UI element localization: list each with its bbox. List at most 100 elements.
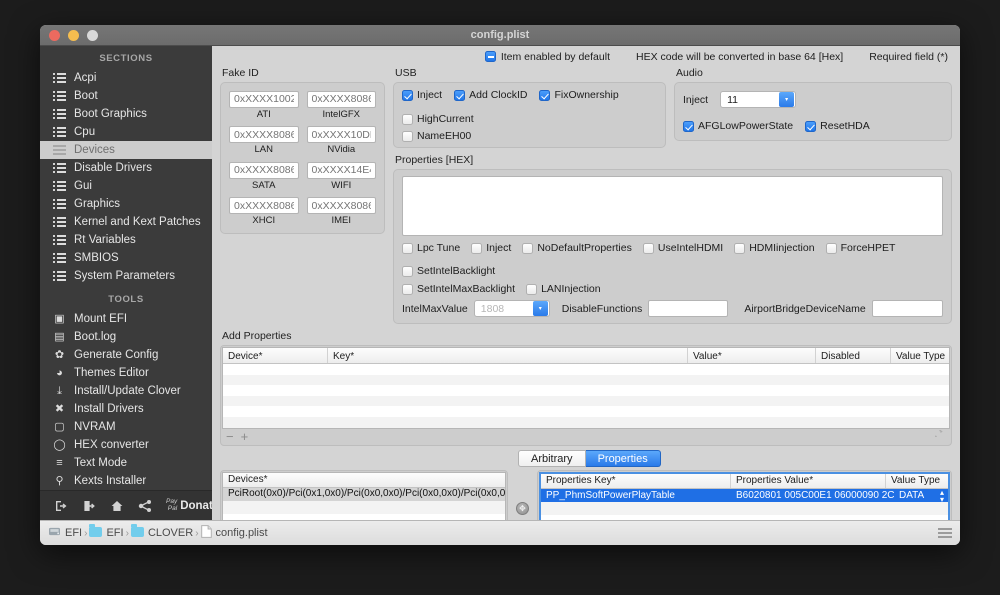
sidebar-tool-mount-efi[interactable]: ▣ Mount EFI [40,310,212,328]
checkbox-icon[interactable] [526,283,538,295]
remove-property-button[interactable]: − [226,429,234,444]
hex-checkbox-lpc-tune[interactable]: Lpc Tune [402,242,460,254]
table-row[interactable] [223,385,949,396]
hex-checkbox-forcehpet[interactable]: ForceHPET [825,242,895,254]
audio-inject-select[interactable]: 11 ▾ [720,91,797,108]
sidebar-item-boot[interactable]: Boot [40,87,212,105]
sidebar-item-cpu[interactable]: Cpu [40,123,212,141]
sidebar-item-disable-drivers[interactable]: Disable Drivers [40,159,212,177]
hex-checkbox-useintelhdmi[interactable]: UseIntelHDMI [642,242,723,254]
table-row[interactable]: PP_PhmSoftPowerPlayTable B6020801 005C00… [541,488,948,503]
fake-id-input-lan[interactable] [229,126,299,143]
list-item[interactable] [223,501,505,514]
table-row[interactable] [223,364,949,375]
properties-table[interactable]: Properties Key* Properties Value* Value Ty… [539,472,950,520]
properties-table-body[interactable]: PP_PhmSoftPowerPlayTable B6020801 005C00… [541,488,948,520]
share-icon[interactable] [138,499,152,513]
usb-checkbox-inject[interactable]: Inject [402,89,442,101]
sidebar-item-rt-variables[interactable]: Rt Variables [40,231,212,249]
sidebar-item-graphics[interactable]: Graphics [40,195,212,213]
fake-id-input-sata[interactable] [229,161,299,179]
table-row[interactable] [541,502,948,515]
audio-checkbox-afglowpowerstate[interactable]: AFGLowPowerState [683,120,793,132]
checkbox-icon[interactable] [402,283,413,295]
sidebar-item-acpi[interactable]: Acpi [40,69,212,87]
checkbox-icon[interactable] [522,242,534,254]
hex-checkbox-nodefaultproperties[interactable]: NoDefaultProperties [522,242,632,254]
sidebar-tool-text-mode[interactable]: ≡ Text Mode [40,454,212,472]
hamburger-icon[interactable] [938,528,952,538]
add-properties-table[interactable]: Device* Key* Value* Disabled Value Type [222,347,950,429]
sidebar-tool-hex-converter[interactable]: ◯ HEX converter [40,436,212,454]
checkbox-icon[interactable] [402,242,413,254]
checkbox-icon[interactable] [734,242,746,254]
sidebar-item-system-parameters[interactable]: System Parameters [40,267,212,285]
table-row[interactable] [223,395,949,407]
fake-id-input-xhci[interactable] [229,197,299,214]
sidebar-item-kernel-and-kext-patches[interactable]: Kernel and Kext Patches [40,213,212,231]
checkbox-icon[interactable] [539,89,551,101]
chevron-down-icon[interactable]: ▾ [779,92,795,107]
checkbox-icon[interactable] [471,242,483,254]
usb-checkbox-nameeh00[interactable]: NameEH00 [402,130,471,142]
checkbox-icon[interactable] [825,242,837,254]
properties-hex-textarea[interactable] [402,176,943,236]
value-type-stepper[interactable]: ▴ ▾ [940,488,944,503]
checkbox-icon[interactable] [402,130,413,142]
devices-table[interactable]: Devices* PciRoot(0x0)/Pci(0x1,0x0)/Pci(0… [222,472,506,520]
refresh-icon[interactable] [931,427,946,444]
add-properties-body[interactable] [223,364,949,428]
sidebar-tool-boot-log[interactable]: ▤ Boot.log [40,328,212,346]
checkbox-icon[interactable] [402,89,413,101]
hex-checkbox-setintelmaxbacklight[interactable]: SetIntelMaxBacklight [402,283,515,295]
breadcrumb-item-efi[interactable]: EFI [89,524,124,540]
table-row[interactable] [223,406,949,417]
sidebar-tool-generate-config[interactable]: ✿ Generate Config [40,346,212,364]
breadcrumb-item-clover[interactable]: CLOVER [130,524,193,540]
tab-properties[interactable]: Properties [585,450,661,467]
table-row[interactable] [223,416,949,428]
usb-checkbox-fixownership[interactable]: FixOwnership [539,89,619,101]
fake-id-input-nvidia[interactable] [306,126,376,143]
chevron-down-icon[interactable]: ▾ [532,301,548,316]
airport-bridge-input[interactable] [871,300,943,317]
checkbox-icon[interactable] [683,120,694,132]
sidebar-tool-install-drivers[interactable]: ✖ Install Drivers [40,400,212,418]
sidebar-tool-nvram[interactable]: ▢ NVRAM [40,418,212,436]
disable-functions-input[interactable] [648,300,729,317]
import-icon[interactable] [54,499,68,513]
move-arrows-icon[interactable]: ✥ [516,502,529,515]
sidebar-item-smbios[interactable]: SMBIOS [40,249,212,267]
checkbox-icon[interactable] [402,113,413,125]
hex-checkbox-inject[interactable]: Inject [471,242,511,254]
checkbox-icon[interactable] [642,242,654,254]
fake-id-input-ati[interactable] [229,90,299,108]
home-icon[interactable] [110,499,124,513]
fake-id-input-imei[interactable] [306,197,376,214]
checkbox-icon[interactable] [402,265,413,277]
table-row[interactable] [223,374,949,386]
sidebar-tool-install-update-clover[interactable]: ⤓ Install/Update Clover [40,382,212,400]
checkbox-icon[interactable] [454,89,466,101]
hex-checkbox-hdmiinjection[interactable]: HDMIinjection [734,242,815,254]
sidebar-tool-themes-editor[interactable]: ◕ Themes Editor [40,364,212,382]
intel-max-value-select[interactable]: 1808 ▾ [473,300,550,317]
checkbox-icon[interactable] [805,120,817,132]
add-property-button[interactable]: + [241,429,249,444]
fake-id-input-intelgfx[interactable] [306,90,376,108]
list-item[interactable]: PciRoot(0x0)/Pci(0x1,0x0)/Pci(0x0,0x0)/P… [223,488,505,501]
breadcrumb-item-config-plist[interactable]: config.plist [200,525,268,541]
devices-table-body[interactable]: PciRoot(0x0)/Pci(0x1,0x0)/Pci(0x0,0x0)/P… [223,488,505,520]
hex-checkbox-laninjection[interactable]: LANInjection [526,283,601,295]
usb-checkbox-highcurrent[interactable]: HighCurrent [402,113,474,125]
audio-checkbox-resethda[interactable]: ResetHDA [805,120,870,132]
hex-checkbox-setintelbacklight[interactable]: SetIntelBacklight [402,265,495,277]
sidebar-tool-kexts-installer[interactable]: ⚲ Kexts Installer [40,472,212,490]
sidebar-item-gui[interactable]: Gui [40,177,212,195]
usb-checkbox-add-clockid[interactable]: Add ClockID [454,89,527,101]
breadcrumb[interactable]: EFI › EFI › CLOVER › config.plist [48,524,268,541]
breadcrumb-item-efi[interactable]: EFI [48,526,82,540]
export-icon[interactable] [82,499,96,513]
tab-bar[interactable]: Arbitrary Properties [220,450,952,467]
sidebar-item-boot-graphics[interactable]: Boot Graphics [40,105,212,123]
